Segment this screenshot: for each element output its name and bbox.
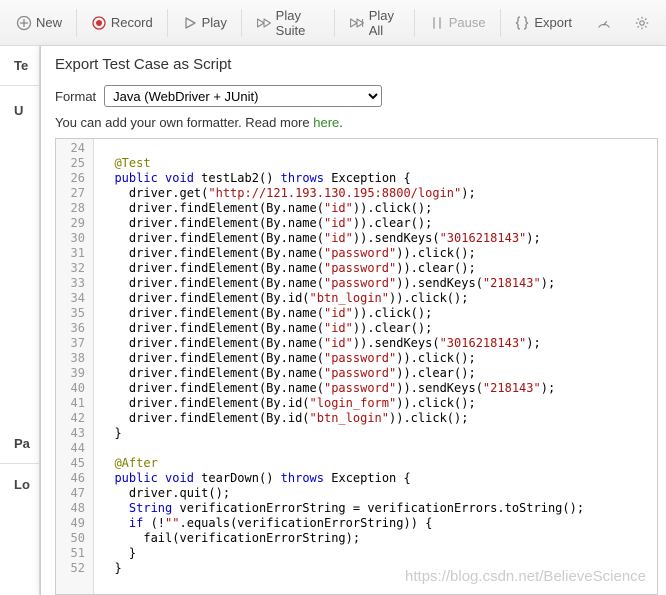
separator <box>334 9 335 37</box>
speed-button[interactable] <box>586 9 622 37</box>
left-tab[interactable]: Pa <box>0 424 39 464</box>
pause-button[interactable]: Pause <box>419 9 496 37</box>
braces-icon <box>514 15 530 31</box>
modal-title: Export Test Case as Script <box>41 46 666 81</box>
line-gutter: 2425262728293031323334353637383940414243… <box>56 139 94 594</box>
hint-text: . <box>339 115 343 130</box>
export-modal: Export Test Case as Script Format Java (… <box>40 46 666 595</box>
format-row: Format Java (WebDriver + JUnit) <box>41 81 666 113</box>
formatter-hint: You can add your own formatter. Read mor… <box>41 113 666 138</box>
play-label: Play <box>202 15 227 30</box>
separator <box>500 9 501 37</box>
separator <box>414 9 415 37</box>
format-label: Format <box>55 89 96 104</box>
new-label: New <box>36 15 62 30</box>
separator <box>76 9 77 37</box>
new-button[interactable]: New <box>6 9 72 37</box>
record-icon <box>91 15 107 31</box>
play-suite-button[interactable]: Play Suite <box>246 2 330 44</box>
left-tab[interactable]: Te <box>0 46 39 86</box>
settings-button[interactable] <box>624 9 660 37</box>
pause-label: Pause <box>449 15 486 30</box>
left-tab[interactable]: U <box>0 86 39 134</box>
play-suite-label: Play Suite <box>276 8 320 38</box>
gear-icon <box>634 15 650 31</box>
play-all-label: Play All <box>369 8 400 38</box>
plus-circle-icon <box>16 15 32 31</box>
gauge-icon <box>596 15 612 31</box>
play-suite-icon <box>256 15 272 31</box>
pause-icon <box>429 15 445 31</box>
export-label: Export <box>534 15 572 30</box>
play-all-button[interactable]: Play All <box>339 2 410 44</box>
play-button[interactable]: Play <box>172 9 237 37</box>
export-button[interactable]: Export <box>504 9 582 37</box>
code-editor[interactable]: 2425262728293031323334353637383940414243… <box>55 138 658 595</box>
record-label: Record <box>111 15 153 30</box>
play-icon <box>182 15 198 31</box>
toolbar: New Record Play Play Suite Play All Paus… <box>0 0 666 46</box>
code-content[interactable]: @Test public void testLab2() throws Exce… <box>94 139 657 594</box>
hint-link[interactable]: here <box>313 115 339 130</box>
left-tab[interactable]: Lo <box>0 464 39 504</box>
hint-text: You can add your own formatter. Read mor… <box>55 115 313 130</box>
play-all-icon <box>349 15 365 31</box>
format-select[interactable]: Java (WebDriver + JUnit) <box>104 85 382 107</box>
separator <box>241 9 242 37</box>
record-button[interactable]: Record <box>81 9 163 37</box>
left-panel: Te U Pa Lo <box>0 46 40 595</box>
separator <box>167 9 168 37</box>
